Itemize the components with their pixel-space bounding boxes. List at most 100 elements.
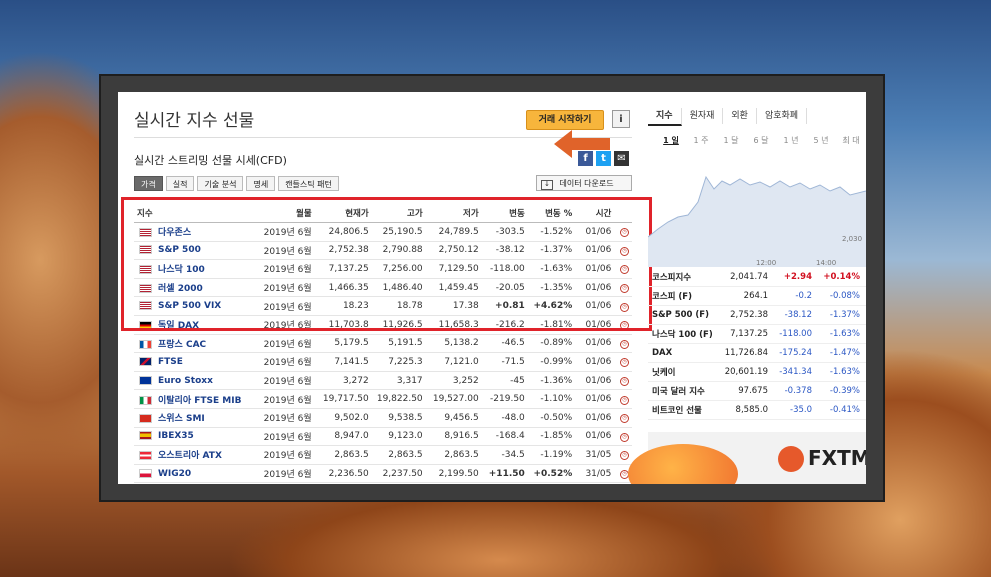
sidebar-tab-commodities[interactable]: 원자재 <box>682 108 724 124</box>
time-cell: 01/06 <box>575 296 615 316</box>
index-name[interactable]: 러셀 2000 <box>158 284 203 294</box>
col-header-last[interactable]: 현재가 <box>314 204 372 223</box>
market-name[interactable]: DAX <box>648 348 722 358</box>
index-name[interactable]: 프랑스 CAC <box>158 340 206 350</box>
table-row[interactable]: 스위스 SMI 2019년 6월 9,502.0 9,538.5 9,456.5 -48.… <box>134 408 632 428</box>
market-name[interactable]: 미국 달러 지수 <box>648 385 722 397</box>
market-name[interactable]: 코스피 (F) <box>648 290 722 302</box>
tab-performance[interactable]: 실적 <box>165 176 195 191</box>
col-header-low[interactable]: 저가 <box>425 204 482 223</box>
market-name[interactable]: S&P 500 (F) <box>648 310 722 320</box>
table-row[interactable]: S&P 500 VIX 2019년 6월 18.23 18.78 17.38 +0.81 +… <box>134 296 632 316</box>
table-row[interactable]: IBEX35 2019년 6월 8,947.0 9,123.0 8,916.5 -168.… <box>134 427 632 447</box>
time-cell: 01/06 <box>575 259 615 279</box>
index-name-cell[interactable]: IBEX35 <box>134 427 253 447</box>
market-row[interactable]: DAX 11,726.84 -175.24 -1.47% <box>648 344 866 363</box>
market-row[interactable]: 닛케이 20,601.19 -341.34 -1.63% <box>648 363 866 382</box>
period-1w[interactable]: 1 주 <box>690 136 712 146</box>
market-row[interactable]: 코스피 (F) 264.1 -0.2 -0.08% <box>648 287 866 306</box>
tab-candlestick[interactable]: 캔들스틱 패턴 <box>278 176 339 191</box>
tab-technical[interactable]: 기술 분석 <box>197 176 244 191</box>
table-row[interactable]: S&P 500 2019년 6월 2,752.38 2,790.88 2,750.12-… <box>134 241 632 261</box>
index-name[interactable]: FTSE <box>158 357 183 367</box>
clock-cell: ◷ <box>614 278 632 298</box>
index-name[interactable]: 스위스 SMI <box>158 414 205 424</box>
market-row[interactable]: 나스닥 100 (F) 7,137.25 -118.00 -1.63% <box>648 325 866 344</box>
index-name[interactable]: Euro Stoxx <box>158 376 213 386</box>
index-name-cell[interactable]: 러셀 2000 <box>134 278 253 298</box>
index-name-cell[interactable]: WIG20 <box>134 464 253 484</box>
start-trading-button[interactable]: 거래 시작하기 <box>526 110 604 130</box>
facebook-icon[interactable]: f <box>578 151 593 166</box>
tab-specs[interactable]: 명세 <box>246 176 276 191</box>
market-row[interactable]: 미국 달러 지수 97.675 -0.378 -0.39% <box>648 382 866 401</box>
market-value: 2,041.74 <box>730 272 768 282</box>
last-cell: 18.23 <box>314 296 372 316</box>
market-row[interactable]: 비트코인 선물 8,585.0 -35.0 -0.41% <box>648 401 866 420</box>
change-cell: -45 <box>481 371 528 391</box>
index-name[interactable]: IBEX35 <box>158 431 194 441</box>
info-button[interactable]: i <box>612 110 630 128</box>
index-name-cell[interactable]: S&P 500 <box>134 241 253 261</box>
market-name[interactable]: 코스피지수 <box>648 271 722 283</box>
high-cell: 18.78 <box>371 296 426 316</box>
index-name-cell[interactable]: 오스트리아 ATX <box>134 445 253 465</box>
index-name-cell[interactable]: Euro Stoxx <box>134 371 253 391</box>
table-row[interactable]: 독일 DAX 2019년 6월 11,703.8 11,926.5 11,658.3 -2… <box>134 315 632 335</box>
col-header-index[interactable]: 지수 <box>134 204 253 223</box>
period-5y[interactable]: 5 년 <box>810 136 832 146</box>
high-cell: 9,123.0 <box>371 427 426 447</box>
market-name[interactable]: 비트코인 선물 <box>648 404 722 416</box>
period-1d[interactable]: 1 일 <box>660 136 682 146</box>
col-header-change[interactable]: 변동 <box>481 204 528 223</box>
col-header-time[interactable]: 시간 <box>575 204 615 223</box>
col-header-month[interactable]: 월물 <box>252 204 315 223</box>
index-name[interactable]: WIG20 <box>158 469 191 479</box>
index-name-cell[interactable]: S&P 500 VIX <box>134 296 253 316</box>
index-name[interactable]: 독일 DAX <box>158 321 199 331</box>
table-row[interactable]: 러셀 2000 2019년 6월 1,466.35 1,486.40 1,459.45-… <box>134 278 632 298</box>
table-row[interactable]: Euro Stoxx 2019년 6월 3,272 3,317 3,252 -45 -1.3… <box>134 371 632 391</box>
market-name[interactable]: 나스닥 100 (F) <box>648 328 722 340</box>
sidebar-tab-crypto[interactable]: 암호화폐 <box>757 108 808 124</box>
change-pct-cell: -1.63% <box>527 259 576 279</box>
index-name[interactable]: 이탈리아 FTSE MIB <box>158 396 241 406</box>
col-header-change-pct[interactable]: 변동 % <box>527 204 576 223</box>
low-cell: 2,750.12 <box>425 241 482 261</box>
index-name-cell[interactable]: 다우존스 <box>134 222 253 242</box>
table-row[interactable]: 다우존스 2019년 6월 24,806.5 25,190.5 24,789.5 -303… <box>134 222 632 242</box>
index-name-cell[interactable]: 프랑스 CAC <box>134 334 253 354</box>
sidebar-tab-fx[interactable]: 외환 <box>723 108 757 124</box>
download-data-button[interactable]: ↓ 데이터 다운로드 <box>536 175 632 191</box>
index-name-cell[interactable]: 독일 DAX <box>134 315 253 335</box>
sidebar-tab-indices[interactable]: 지수 <box>648 108 682 126</box>
table-row[interactable]: 오스트리아 ATX 2019년 6월 2,863.5 2,863.5 2,863.5 -3… <box>134 445 632 465</box>
period-1y[interactable]: 1 년 <box>780 136 802 146</box>
index-name-cell[interactable]: 스위스 SMI <box>134 408 253 428</box>
period-max[interactable]: 최 대 <box>840 136 862 146</box>
index-name-cell[interactable]: 이탈리아 FTSE MIB <box>134 389 253 409</box>
index-name[interactable]: S&P 500 VIX <box>158 301 221 311</box>
market-row[interactable]: 코스피지수 2,041.74 +2.94 +0.14% <box>648 268 866 287</box>
twitter-icon[interactable]: t <box>596 151 611 166</box>
index-name[interactable]: 다우존스 <box>158 228 191 238</box>
market-name[interactable]: 닛케이 <box>648 366 722 378</box>
ad-banner[interactable]: FXTM <box>628 432 866 484</box>
market-row[interactable]: S&P 500 (F) 2,752.38 -38.12 -1.37% <box>648 306 866 325</box>
index-name[interactable]: 나스닥 100 <box>158 265 205 275</box>
email-icon[interactable]: ✉ <box>614 151 629 166</box>
month-cell: 2019년 6월 <box>252 259 315 279</box>
index-name-cell[interactable]: 나스닥 100 <box>134 259 253 279</box>
index-name[interactable]: S&P 500 <box>158 245 201 255</box>
period-1m[interactable]: 1 달 <box>720 136 742 146</box>
table-row[interactable]: WIG20 2019년 6월 2,236.50 2,237.50 2,199.50 +11… <box>134 464 632 484</box>
index-name[interactable]: 오스트리아 ATX <box>158 451 222 461</box>
index-name-cell[interactable]: FTSE <box>134 352 253 372</box>
table-row[interactable]: 이탈리아 FTSE MIB 2019년 6월 19,717.50 19,822.50 1… <box>134 389 632 409</box>
table-row[interactable]: 프랑스 CAC 2019년 6월 5,179.5 5,191.5 5,138.2 -46.… <box>134 334 632 354</box>
col-header-high[interactable]: 고가 <box>371 204 426 223</box>
tab-price[interactable]: 가격 <box>134 176 163 191</box>
table-row[interactable]: FTSE 2019년 6월 7,141.5 7,225.3 7,121.0 -71.5 -0… <box>134 352 632 372</box>
period-6m[interactable]: 6 달 <box>750 136 772 146</box>
table-row[interactable]: 나스닥 100 2019년 6월 7,137.25 7,256.00 7,129.50-… <box>134 259 632 279</box>
